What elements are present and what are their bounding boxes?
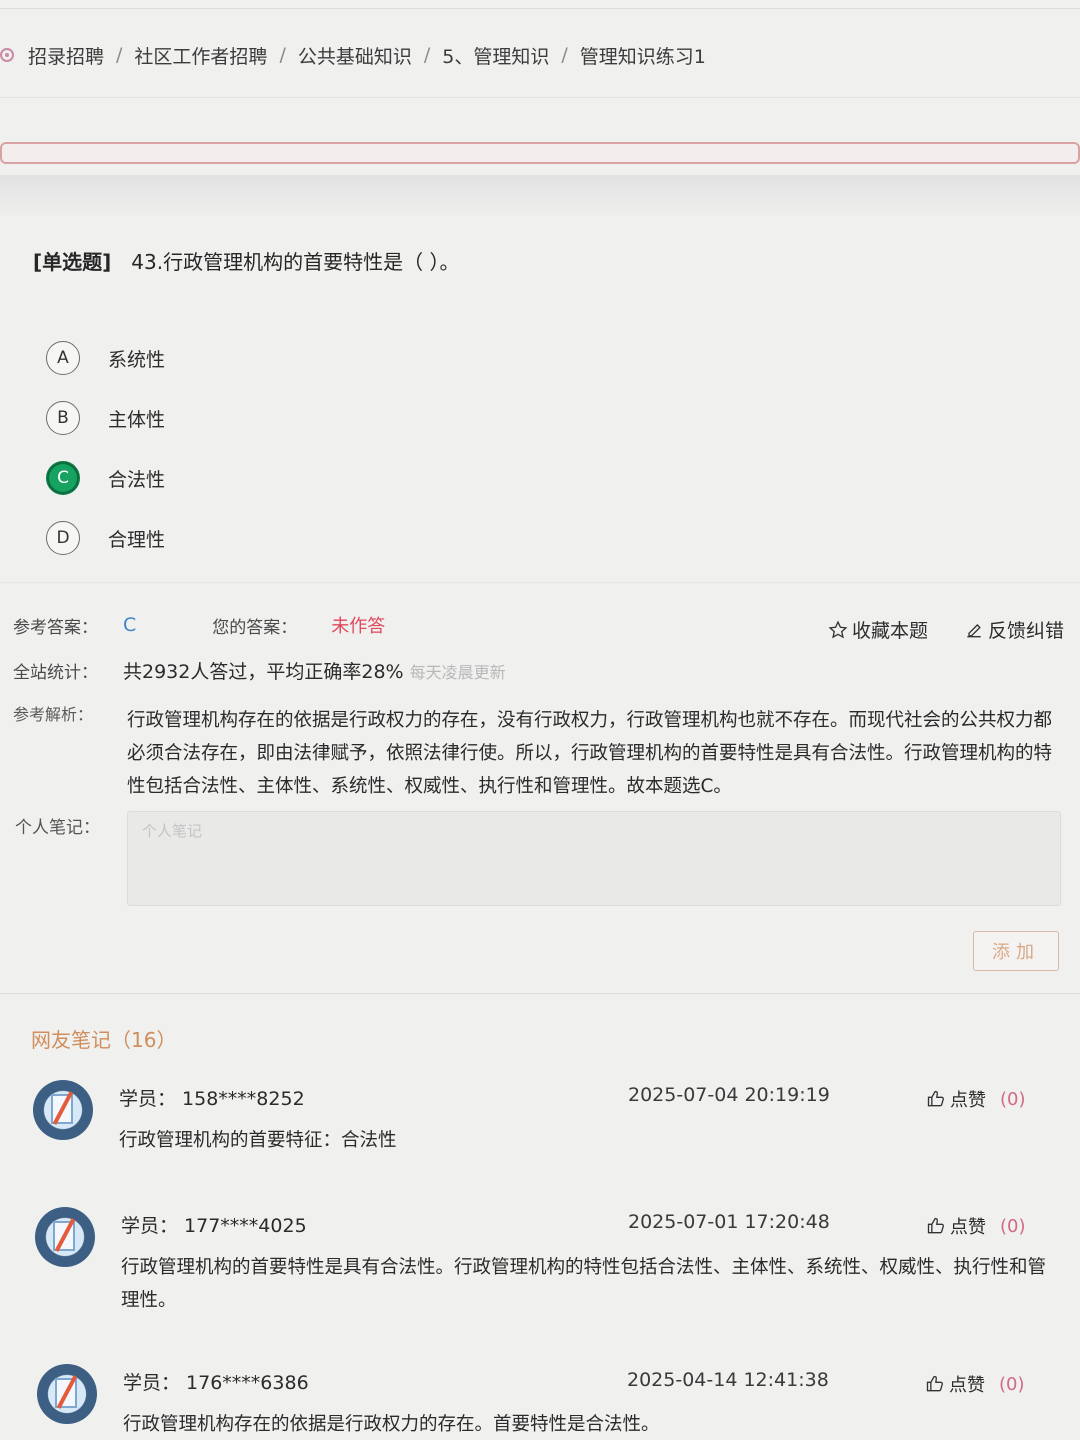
feedback-button[interactable]: 反馈纠错 — [964, 616, 1064, 643]
avatar — [35, 1207, 95, 1267]
option-text[interactable]: 合法性 — [108, 465, 165, 492]
ref-answer-label: 参考答案： — [13, 617, 98, 638]
your-answer-label: 您的答案： — [212, 617, 298, 638]
thumbs-up-icon — [926, 1375, 943, 1392]
option-c[interactable]: C 合法性 — [46, 448, 165, 508]
thumbs-up-icon — [927, 1217, 944, 1234]
avatar — [37, 1364, 97, 1424]
question-header: [单选题] 43.行政管理机构的首要特性是（ ）。 — [33, 246, 459, 275]
like-count: (0) — [1000, 1215, 1026, 1237]
add-note-button[interactable]: 添加 — [973, 931, 1059, 971]
note-content: 行政管理机构的首要特征：合法性 — [119, 1130, 397, 1151]
like-button[interactable]: 点赞 (0) — [926, 1213, 1026, 1239]
question-type: [单选题] — [33, 250, 112, 274]
like-count: (0) — [999, 1373, 1025, 1395]
note-timestamp: 2025-07-04 20:19:19 — [628, 1084, 830, 1106]
section-band — [0, 175, 1080, 215]
breadcrumb-separator: / — [116, 44, 123, 66]
personal-note-label: 个人笔记： — [15, 818, 100, 838]
breadcrumb-item-management-knowledge[interactable]: 5、管理知识 — [442, 42, 549, 69]
stats-text: 共2932人答过，平均正确率28% — [123, 661, 404, 683]
edit-icon — [967, 623, 981, 637]
note-timestamp: 2025-07-01 17:20:48 — [628, 1211, 830, 1233]
progress-strip — [0, 142, 1080, 164]
favorite-button[interactable]: 收藏本题 — [828, 616, 928, 643]
breadcrumb-item-practice[interactable]: 管理知识练习1 — [580, 42, 706, 69]
thumbs-up-icon — [927, 1090, 944, 1107]
breadcrumb-item-public-knowledge[interactable]: 公共基础知识 — [298, 42, 412, 69]
option-b[interactable]: B 主体性 — [46, 388, 165, 448]
option-text[interactable]: 合理性 — [108, 525, 165, 552]
user-notes-title: 网友笔记（16） — [31, 1028, 177, 1052]
like-button[interactable]: 点赞 (0) — [926, 1086, 1026, 1112]
option-letter-circle[interactable]: B — [46, 401, 80, 435]
stats-update-note: 每天凌晨更新 — [409, 662, 506, 682]
favorite-label[interactable]: 收藏本题 — [852, 616, 928, 643]
option-letter-circle-selected[interactable]: C — [46, 461, 80, 495]
option-letter-circle[interactable]: A — [46, 341, 80, 375]
note-author: 学员： 177****4025 — [121, 1215, 307, 1237]
divider — [0, 582, 1080, 583]
options-list: A 系统性 B 主体性 C 合法性 D 合理性 — [46, 328, 165, 568]
analysis-label: 参考解析： — [13, 705, 94, 724]
stats-row: 全站统计： 共2932人答过，平均正确率28% 每天凌晨更新 — [13, 657, 506, 684]
question-actions: 收藏本题 反馈纠错 — [828, 616, 1064, 643]
question-text: 43.行政管理机构的首要特性是（ ）。 — [131, 250, 460, 274]
breadcrumb-separator: / — [279, 44, 286, 66]
like-label[interactable]: 点赞 — [950, 1213, 986, 1239]
top-divider — [0, 8, 1080, 9]
option-a[interactable]: A 系统性 — [46, 328, 165, 388]
like-label[interactable]: 点赞 — [949, 1371, 985, 1397]
star-icon — [828, 620, 848, 638]
stats-label: 全站统计： — [13, 663, 98, 683]
divider — [0, 993, 1080, 994]
like-label[interactable]: 点赞 — [950, 1086, 986, 1112]
like-button[interactable]: 点赞 (0) — [925, 1371, 1025, 1397]
answer-row: 参考答案： C 您的答案： 未作答 — [13, 612, 385, 638]
note-content: 行政管理机构存在的依据是行政权力的存在。首要特性是合法性。 — [123, 1414, 660, 1435]
note-timestamp: 2025-04-14 12:41:38 — [627, 1369, 829, 1391]
ref-answer-value: C — [123, 614, 137, 636]
option-letter-circle[interactable]: D — [46, 521, 80, 555]
option-d[interactable]: D 合理性 — [46, 508, 165, 568]
breadcrumb-separator: / — [561, 44, 568, 66]
option-text[interactable]: 系统性 — [108, 345, 165, 372]
breadcrumb: 招录招聘 / 社区工作者招聘 / 公共基础知识 / 5、管理知识 / 管理知识练… — [0, 38, 1080, 72]
breadcrumb-item-community-worker[interactable]: 社区工作者招聘 — [134, 42, 267, 69]
breadcrumb-item-recruitment[interactable]: 招录招聘 — [28, 42, 104, 69]
breadcrumb-separator: / — [423, 44, 431, 66]
personal-note-input[interactable]: 个人笔记 — [127, 811, 1061, 906]
like-count: (0) — [1000, 1088, 1026, 1110]
note-author: 学员： 176****6386 — [123, 1372, 309, 1394]
feedback-label[interactable]: 反馈纠错 — [988, 616, 1064, 643]
divider — [0, 97, 1080, 98]
avatar — [33, 1080, 93, 1140]
your-answer-value: 未作答 — [331, 616, 386, 637]
analysis-text: 行政管理机构存在的依据是行政权力的存在，没有行政权力，行政管理机构也就不存在。而… — [127, 710, 1053, 797]
location-icon — [0, 48, 14, 62]
note-author: 学员： 158****8252 — [119, 1088, 305, 1110]
option-text[interactable]: 主体性 — [108, 405, 165, 432]
note-content: 行政管理机构的首要特性是具有合法性。行政管理机构的特性包括合法性、主体性、系统性… — [121, 1257, 1047, 1311]
